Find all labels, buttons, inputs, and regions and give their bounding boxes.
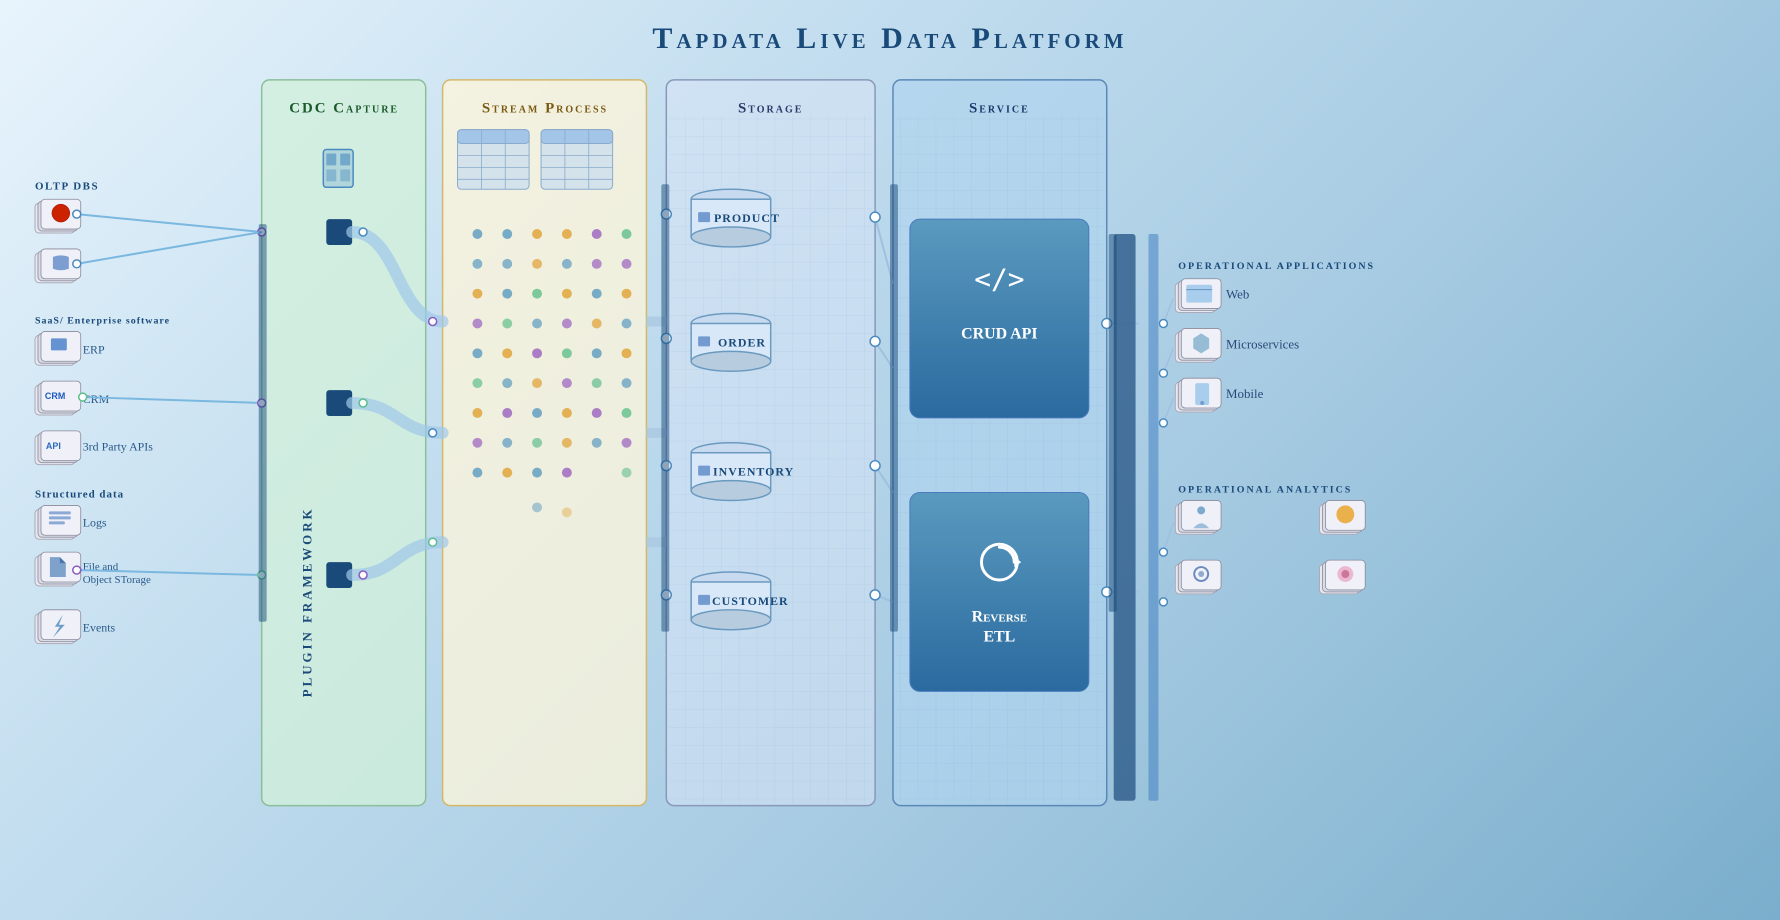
- svg-text:ERP: ERP: [83, 342, 105, 356]
- svg-text:INVENTORY: INVENTORY: [713, 465, 794, 479]
- svg-text:ETL: ETL: [983, 629, 1015, 646]
- svg-text:Storage: Storage: [738, 101, 803, 117]
- svg-text:PLUGIN FRAMEWORK: PLUGIN FRAMEWORK: [299, 506, 314, 697]
- svg-text:API: API: [46, 441, 61, 451]
- svg-text:Web: Web: [1226, 287, 1249, 302]
- architecture-diagram: CDC Capture Stream Process Storage Servi…: [0, 65, 1780, 920]
- svg-text:Structured data: Structured data: [35, 488, 124, 500]
- svg-text:OPERATIONAL APPLICATIONS: OPERATIONAL APPLICATIONS: [1178, 261, 1375, 272]
- svg-text:PRODUCT: PRODUCT: [714, 211, 780, 225]
- svg-text:3rd Party APIs: 3rd Party APIs: [83, 440, 154, 454]
- svg-text:Mobile: Mobile: [1226, 386, 1264, 401]
- svg-text:Stream Process: Stream Process: [482, 101, 608, 117]
- svg-text:</>: </>: [974, 263, 1024, 296]
- svg-text:Microservices: Microservices: [1226, 336, 1299, 351]
- svg-text:SaaS/ Enterprise software: SaaS/ Enterprise software: [35, 315, 170, 326]
- svg-text:CDC Capture: CDC Capture: [289, 101, 399, 117]
- svg-text:ORDER: ORDER: [718, 335, 766, 349]
- svg-text:Events: Events: [83, 621, 116, 635]
- svg-text:OPERATIONAL ANALYTICS: OPERATIONAL ANALYTICS: [1178, 485, 1352, 496]
- svg-text:CUSTOMER: CUSTOMER: [712, 594, 789, 608]
- svg-text:Reverse: Reverse: [972, 609, 1028, 626]
- main-title: Tapdata Live Data Platform: [0, 0, 1780, 66]
- svg-text:Service: Service: [969, 101, 1030, 117]
- svg-text:CRUD API: CRUD API: [961, 325, 1037, 342]
- svg-text:Logs: Logs: [83, 515, 107, 529]
- svg-text:Object STorage: Object STorage: [83, 574, 151, 586]
- svg-text:OLTP DBS: OLTP DBS: [35, 180, 99, 192]
- svg-text:CRM: CRM: [45, 391, 65, 401]
